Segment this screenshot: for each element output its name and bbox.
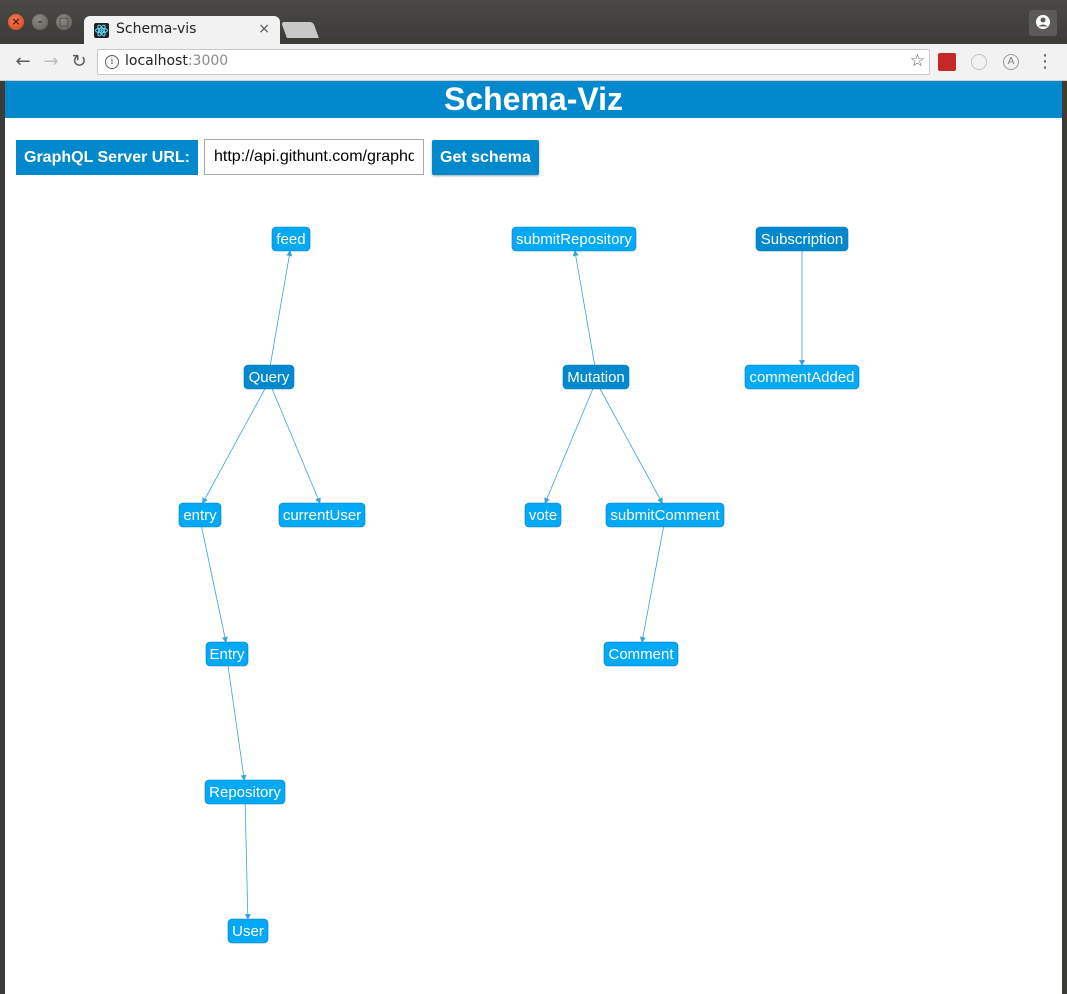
- graph-node-submitComment[interactable]: submitComment: [605, 502, 725, 528]
- browser-menu-icon[interactable]: ⋮: [1036, 51, 1054, 72]
- graph-node-Comment[interactable]: Comment: [603, 641, 679, 667]
- react-favicon-icon: [94, 23, 109, 38]
- edge-Mutation-submitRepository: [572, 250, 596, 366]
- extension-icon[interactable]: [938, 53, 956, 71]
- graph-node-Subscription[interactable]: Subscription: [755, 226, 849, 252]
- profile-button[interactable]: [1029, 10, 1057, 36]
- new-tab-button[interactable]: [281, 22, 319, 38]
- node-label: currentUser: [283, 507, 361, 524]
- node-label: submitComment: [610, 507, 720, 524]
- graph-node-vote[interactable]: vote: [524, 502, 562, 528]
- window-titlebar: × – □ Schema-vis ×: [0, 0, 1067, 44]
- graph-node-commentAdded[interactable]: commentAdded: [744, 364, 860, 390]
- edge-Mutation-vote: [544, 388, 594, 504]
- address-bar[interactable]: i localhost:3000 ☆: [97, 49, 930, 75]
- node-label: Comment: [608, 646, 674, 663]
- extension-icon[interactable]: A: [1003, 54, 1019, 70]
- graph-node-Entry[interactable]: Entry: [205, 641, 249, 667]
- edge-Mutation-submitComment: [599, 388, 663, 504]
- info-icon[interactable]: i: [105, 55, 119, 69]
- node-label: Subscription: [761, 231, 844, 248]
- graph-node-Repository[interactable]: Repository: [204, 779, 286, 805]
- window-minimize-button[interactable]: –: [32, 14, 48, 30]
- edge-Query-currentUser: [271, 388, 321, 504]
- reload-icon[interactable]: ↻: [68, 51, 90, 73]
- node-label: submitRepository: [516, 231, 632, 248]
- graph-node-Mutation[interactable]: Mutation: [562, 364, 630, 390]
- graph-node-Query[interactable]: Query: [243, 364, 295, 390]
- graph-node-entry[interactable]: entry: [178, 502, 222, 528]
- address-url[interactable]: localhost:3000: [125, 53, 228, 69]
- node-label: commentAdded: [749, 369, 854, 386]
- schema-graph: feed submitRepository Subscription Query Mut…: [178, 226, 860, 944]
- edge-Repository-User: [244, 803, 251, 920]
- edge-Query-feed: [269, 250, 293, 366]
- extension-icon[interactable]: [971, 54, 987, 70]
- node-label: vote: [529, 507, 557, 524]
- node-label: Query: [249, 369, 290, 386]
- back-arrow-icon[interactable]: ←: [12, 51, 34, 73]
- node-label: Repository: [209, 784, 281, 801]
- edge-Entry-Repository: [227, 665, 247, 781]
- node-label: feed: [276, 231, 305, 248]
- node-label: User: [232, 923, 264, 940]
- graph-node-submitRepository[interactable]: submitRepository: [511, 226, 637, 252]
- tab-close-icon[interactable]: ×: [258, 21, 270, 37]
- node-label: entry: [183, 507, 217, 524]
- window-close-button[interactable]: ×: [8, 14, 24, 30]
- graph-node-feed[interactable]: feed: [271, 226, 311, 252]
- edge-submitComment-Comment: [639, 526, 664, 643]
- graph-node-currentUser[interactable]: currentUser: [278, 502, 366, 528]
- window-maximize-button[interactable]: □: [56, 14, 72, 30]
- browser-toolbar: ← → ↻ i localhost:3000 ☆ A ⋮: [0, 44, 1067, 81]
- bookmark-star-icon[interactable]: ☆: [910, 51, 925, 71]
- node-label: Mutation: [567, 369, 625, 386]
- node-label: Entry: [209, 646, 245, 663]
- edge-entry-Entry: [201, 526, 228, 643]
- tab-title: Schema-vis: [116, 21, 197, 37]
- graph-node-User[interactable]: User: [227, 918, 269, 944]
- page-viewport: Schema-Viz GraphQL Server URL: Get schem…: [5, 81, 1062, 994]
- browser-tab[interactable]: Schema-vis ×: [84, 16, 280, 44]
- forward-arrow-icon[interactable]: →: [40, 51, 62, 73]
- edge-Query-entry: [202, 388, 266, 504]
- profile-icon: [1036, 15, 1050, 29]
